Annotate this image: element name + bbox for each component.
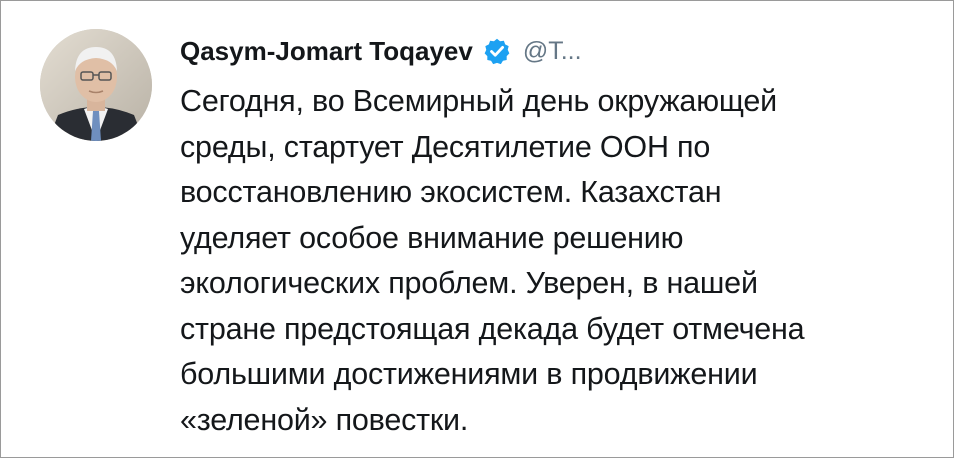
tweet-text-line: стране предстоящая декада будет отмечена — [180, 311, 805, 346]
tweet-text-line: среды, стартует Десятилетие ООН по — [180, 129, 711, 164]
verified-badge-icon — [483, 37, 511, 65]
avatar[interactable] — [40, 29, 152, 141]
author-name[interactable]: Qasym-Jomart Toqayev — [180, 36, 473, 67]
author-handle[interactable]: @T... — [523, 37, 582, 66]
tweet-text-line: восстановлению экосистем. Казахстан — [180, 175, 722, 209]
tweet-card: Qasym-Jomart Toqayev @T... Сегодня, во В… — [0, 0, 954, 458]
tweet-text-line: Сегодня, во Всемирный день окружающей — [180, 84, 778, 118]
tweet-text-line: большими достижениями в продвижении — [180, 357, 758, 391]
tweet-text-line: уделяет особое внимание решению — [180, 220, 684, 255]
tweet-header: Qasym-Jomart Toqayev @T... — [180, 31, 582, 71]
tweet-text-line: экологических проблем. Уверен, в нашей — [180, 266, 758, 300]
tweet-text-line: «зеленой» повестки. — [180, 402, 469, 437]
tweet-text: Сегодня, во Всемирный день окружающей ср… — [180, 79, 920, 443]
